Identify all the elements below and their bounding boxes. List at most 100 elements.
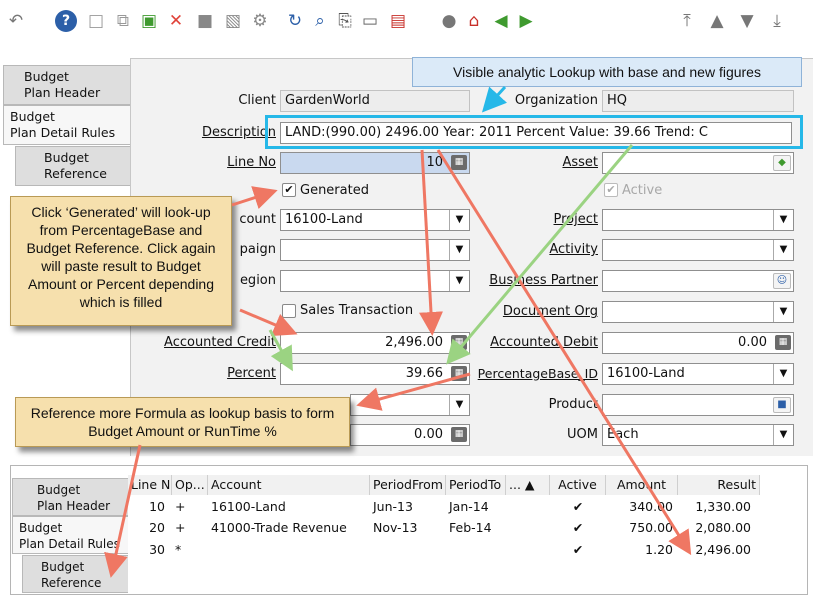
cell-line-no: 20 bbox=[149, 520, 165, 535]
save-icon[interactable]: ▣ bbox=[137, 9, 161, 33]
cell-amount: 750.00 bbox=[629, 520, 673, 535]
region-label: egion bbox=[239, 273, 276, 288]
help-icon[interactable]: ? bbox=[55, 10, 77, 32]
line-no-field[interactable]: 10 ▦ bbox=[280, 152, 470, 174]
col-header-account[interactable]: Account bbox=[208, 475, 370, 495]
delete-icon[interactable]: ✕ bbox=[164, 9, 188, 33]
budget-reference-field[interactable]: ▼ bbox=[350, 394, 470, 416]
accounted-credit-value: 2,496.00 bbox=[385, 335, 443, 350]
product-field[interactable]: ■ bbox=[602, 394, 794, 416]
new-record-icon[interactable]: □ bbox=[84, 9, 108, 33]
accounted-debit-field[interactable]: 0.00 ▦ bbox=[602, 332, 794, 354]
first-record-icon[interactable]: ⤒ bbox=[675, 9, 699, 33]
client-field[interactable]: GardenWorld bbox=[280, 90, 470, 112]
business-partner-lookup-icon[interactable]: ☺ bbox=[773, 273, 791, 289]
cell-op: + bbox=[175, 520, 186, 535]
calculator-icon[interactable]: ▦ bbox=[451, 366, 467, 381]
asset-lookup-icon[interactable]: ◆ bbox=[773, 155, 791, 171]
chevron-down-icon[interactable]: ▼ bbox=[773, 302, 793, 322]
col-header-op[interactable]: Op... bbox=[172, 475, 208, 495]
tab-budget-plan-detail-rules[interactable]: Budget Plan Detail Rules bbox=[3, 105, 131, 145]
col-header-result[interactable]: Result bbox=[678, 475, 760, 495]
accounted-credit-label: Accounted Credit bbox=[164, 335, 276, 350]
generated-label: Generated bbox=[300, 183, 369, 198]
active-label: Active bbox=[622, 183, 663, 198]
generated-checkbox[interactable]: ✔ bbox=[282, 183, 296, 197]
undo-icon[interactable]: ↶ bbox=[4, 9, 28, 33]
settings-icon[interactable]: ⚙ bbox=[248, 9, 272, 33]
print-icon[interactable]: ▧ bbox=[221, 9, 245, 33]
chevron-down-icon[interactable]: ▼ bbox=[449, 210, 469, 230]
col-header-more[interactable]: ... ▲ bbox=[506, 475, 550, 495]
refresh-icon[interactable]: ↻ bbox=[283, 9, 307, 33]
cell-op: + bbox=[175, 499, 186, 514]
chevron-down-icon[interactable]: ▼ bbox=[773, 240, 793, 260]
chevron-down-icon[interactable]: ▼ bbox=[449, 271, 469, 291]
col-header-period-from[interactable]: PeriodFrom bbox=[370, 475, 446, 495]
previous-icon[interactable]: ◀ bbox=[489, 9, 513, 33]
tab-budget-reference-2[interactable]: Budget Reference bbox=[22, 555, 128, 593]
percentage-base-label: PercentageBase_ID bbox=[477, 366, 598, 381]
project-field[interactable]: ▼ bbox=[602, 209, 794, 231]
cell-active[interactable]: ✔ bbox=[550, 497, 606, 517]
tab-budget-plan-header[interactable]: Budget Plan Header bbox=[3, 65, 131, 105]
tab-budget-plan-detail-rules-2[interactable]: Budget Plan Detail Rules bbox=[12, 516, 128, 554]
col-header-line-no[interactable]: Line No bbox=[128, 475, 172, 495]
accounted-credit-field[interactable]: 2,496.00 ▦ bbox=[280, 332, 470, 354]
tab-budget-reference[interactable]: Budget Reference bbox=[15, 146, 131, 186]
chevron-down-icon[interactable]: ▼ bbox=[773, 364, 793, 384]
grid-toggle-icon[interactable]: ▤ bbox=[386, 9, 410, 33]
previous-record-icon[interactable]: ▲ bbox=[705, 9, 729, 33]
calculator-icon[interactable]: ▦ bbox=[451, 335, 467, 350]
toolbar: ↶ ? □ ⧉ ▣ ✕ ■ ▧ ⚙ ↻ ⌕ ⎘ ▭ ▤ ● ⌂ ◀ ▶ ⤒ ▲ … bbox=[0, 0, 813, 44]
find-icon[interactable]: ⌕ bbox=[308, 9, 332, 33]
chevron-down-icon[interactable]: ▼ bbox=[773, 425, 793, 445]
quantity-field[interactable]: 0.00 ▦ bbox=[350, 424, 470, 446]
col-header-period-to[interactable]: PeriodTo bbox=[446, 475, 506, 495]
account-value: 16100-Land bbox=[285, 212, 363, 227]
home-icon[interactable]: ⌂ bbox=[462, 9, 486, 33]
uom-field[interactable]: Each ▼ bbox=[602, 424, 794, 446]
uom-value: Each bbox=[607, 427, 639, 442]
history-icon[interactable]: ● bbox=[437, 9, 461, 33]
accounted-debit-value: 0.00 bbox=[738, 335, 767, 350]
copy-record-icon[interactable]: ⧉ bbox=[111, 9, 135, 33]
sort-asc-icon: ▲ bbox=[524, 477, 535, 492]
cell-active[interactable]: ✔ bbox=[550, 518, 606, 538]
chevron-down-icon[interactable]: ▼ bbox=[449, 395, 469, 415]
active-checkbox[interactable]: ✔ bbox=[604, 183, 618, 197]
tab-budget-plan-header-2[interactable]: Budget Plan Header bbox=[12, 478, 128, 516]
chat-icon[interactable]: ▭ bbox=[358, 9, 382, 33]
business-partner-field[interactable]: ☺ bbox=[602, 270, 794, 292]
cell-account: 16100-Land bbox=[211, 499, 286, 514]
col-header-active[interactable]: Active bbox=[550, 475, 606, 495]
region-field[interactable]: ▼ bbox=[280, 270, 470, 292]
attachment-icon[interactable]: ⎘ bbox=[333, 9, 357, 33]
chevron-down-icon[interactable]: ▼ bbox=[449, 240, 469, 260]
cell-line-no: 10 bbox=[149, 499, 165, 514]
last-record-icon[interactable]: ⤓ bbox=[765, 9, 789, 33]
activity-field[interactable]: ▼ bbox=[602, 239, 794, 261]
account-field[interactable]: 16100-Land ▼ bbox=[280, 209, 470, 231]
calculator-icon[interactable]: ▦ bbox=[451, 155, 467, 170]
cell-active[interactable]: ✔ bbox=[550, 540, 606, 560]
description-label: Description bbox=[201, 125, 276, 140]
next-icon[interactable]: ▶ bbox=[514, 9, 538, 33]
campaign-field[interactable]: ▼ bbox=[280, 239, 470, 261]
chevron-down-icon[interactable]: ▼ bbox=[773, 210, 793, 230]
col-header-amount[interactable]: Amount bbox=[606, 475, 678, 495]
document-org-field[interactable]: ▼ bbox=[602, 301, 794, 323]
percentage-base-field[interactable]: 16100-Land ▼ bbox=[602, 363, 794, 385]
organization-field[interactable]: HQ bbox=[602, 90, 794, 112]
cell-period-to: Jan-14 bbox=[449, 499, 489, 514]
asset-field[interactable]: ◆ bbox=[602, 152, 794, 174]
calculator-icon[interactable]: ▦ bbox=[775, 335, 791, 350]
product-lookup-icon[interactable]: ■ bbox=[773, 397, 791, 413]
sales-transaction-checkbox[interactable] bbox=[282, 304, 296, 318]
percent-field[interactable]: 39.66 ▦ bbox=[280, 363, 470, 385]
project-label: Project bbox=[553, 212, 598, 227]
calculator-icon[interactable]: ▦ bbox=[451, 427, 467, 442]
save-as-icon[interactable]: ■ bbox=[193, 9, 217, 33]
cell-line-no: 30 bbox=[149, 542, 165, 557]
next-record-icon[interactable]: ▼ bbox=[735, 9, 759, 33]
